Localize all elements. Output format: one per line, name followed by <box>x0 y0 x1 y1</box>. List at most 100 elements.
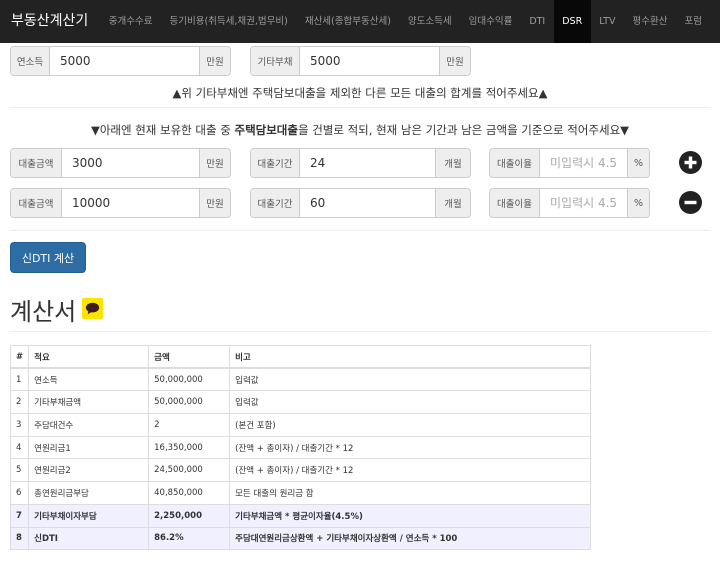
loan-amount-input[interactable] <box>62 189 199 217</box>
row-no: 3 <box>9 413 30 437</box>
nav-item-pyeong-converter[interactable]: 평수환산 <box>624 0 676 43</box>
row-note: 기타부채금액 * 평균이자율(4.5%) <box>229 503 591 528</box>
table-row: 5 연원리금2 24,500,000 (잔액 + 총이자) / 대출기간 * 1… <box>9 458 591 483</box>
table-row: 1 연소득 50,000,000 입력값 <box>9 367 591 392</box>
plus-circle-icon <box>684 156 697 169</box>
loan-rate-unit: % <box>627 149 649 177</box>
result-table: # 적요 금액 비고 1 연소득 50,000,000 입력값 2 기타부채금액… <box>9 345 591 551</box>
row-no: 6 <box>9 481 30 505</box>
loan-rate-label: 대출이율 <box>490 149 540 177</box>
row-amount: 2 <box>148 413 231 437</box>
row-note: 입력값 <box>229 367 591 392</box>
nav-item-rental-yield[interactable]: 임대수익률 <box>460 0 521 43</box>
add-loan-button[interactable] <box>679 151 702 174</box>
loan-rate-input[interactable] <box>540 189 627 217</box>
other-debt-input-group: 기타부채 만원 <box>250 46 471 76</box>
loan-amount-label: 대출금액 <box>11 149 62 177</box>
row-item: 기타부채금액 <box>28 390 150 415</box>
loan-rate-group: 대출이율 % <box>489 148 650 178</box>
row-amount: 16,350,000 <box>148 435 231 460</box>
nav-item-ltv[interactable]: LTV <box>591 0 624 43</box>
divider <box>10 230 710 231</box>
loan-amount-label: 대출금액 <box>11 189 62 217</box>
row-amount: 24,500,000 <box>148 458 231 483</box>
row-note: 주담대연원리금상환액 + 기타부채이자상환액 / 연소득 * 100 <box>229 526 591 551</box>
nav-item-dti[interactable]: DTI <box>521 0 554 43</box>
row-item: 주담대건수 <box>28 413 150 437</box>
income-label: 연소득 <box>11 47 50 75</box>
nav-item-property-tax[interactable]: 재산세(종합부동산세) <box>296 0 399 43</box>
calculate-dti-button[interactable]: 신DTI 계산 <box>10 242 86 273</box>
loan-amount-group: 대출금액 만원 <box>10 188 231 218</box>
row-amount: 86.2% <box>148 526 231 551</box>
table-row: 4 연원리금1 16,350,000 (잔액 + 총이자) / 대출기간 * 1… <box>9 435 591 460</box>
row-item: 기타부채이자부담 <box>28 503 150 528</box>
result-title: 계산서 <box>10 298 77 326</box>
header-item: 적요 <box>28 345 150 370</box>
nav-item-brokerage-fee[interactable]: 중개수수료 <box>100 0 161 43</box>
row-no: 8 <box>9 526 30 551</box>
row-item: 총연원리금부담 <box>28 481 150 505</box>
row-no: 5 <box>9 458 30 483</box>
loan-period-group: 대출기간 개월 <box>250 148 471 178</box>
loan-amount-unit: 만원 <box>199 189 230 217</box>
table-row: 2 기타부채금액 50,000,000 입력값 <box>9 390 591 415</box>
row-amount: 50,000,000 <box>148 367 231 392</box>
header-no: # <box>9 345 30 370</box>
loan-rate-unit: % <box>627 189 649 217</box>
row-amount: 2,250,000 <box>148 503 231 528</box>
nav-item-dsr[interactable]: DSR <box>553 0 591 43</box>
speech-bubble-icon <box>85 302 100 315</box>
row-note: 모든 대출의 원리금 합 <box>229 481 591 505</box>
loan-rate-label: 대출이율 <box>490 189 540 217</box>
top-navbar: 부동산계산기 중개수수료 등기비용(취득세,채권,법무비) 재산세(종합부동산세… <box>0 0 720 43</box>
nav-item-registration-cost[interactable]: 등기비용(취득세,채권,법무비) <box>161 0 296 43</box>
nav-item-capital-gains-tax[interactable]: 양도소득세 <box>399 0 460 43</box>
nav-item-forum[interactable]: 포럼 <box>676 0 710 43</box>
loan-amount-input[interactable] <box>62 149 199 177</box>
income-input-group: 연소득 만원 <box>10 46 231 76</box>
loan-amount-group: 대출금액 만원 <box>10 148 231 178</box>
loan-rate-input[interactable] <box>540 149 627 177</box>
row-amount: 50,000,000 <box>148 390 231 415</box>
loan-period-group: 대출기간 개월 <box>250 188 471 218</box>
row-item: 연원리금1 <box>28 435 150 460</box>
table-row: 3 주담대건수 2 (본건 포함) <box>9 413 591 437</box>
loan-amount-unit: 만원 <box>199 149 230 177</box>
kakaotalk-icon[interactable] <box>82 298 103 319</box>
row-item: 신DTI <box>28 526 150 551</box>
table-row-highlight: 8 신DTI 86.2% 주담대연원리금상환액 + 기타부채이자상환액 / 연소… <box>9 526 591 551</box>
row-note: (본건 포함) <box>229 413 591 437</box>
minus-circle-icon <box>684 200 697 205</box>
loan-period-unit: 개월 <box>435 189 470 217</box>
row-no: 7 <box>9 503 30 528</box>
loan-rate-group: 대출이율 % <box>489 188 650 218</box>
row-no: 2 <box>9 390 30 415</box>
remove-loan-button[interactable] <box>679 191 702 214</box>
other-debt-input[interactable] <box>300 47 439 75</box>
other-debt-label: 기타부채 <box>251 47 300 75</box>
header-amount: 금액 <box>148 345 231 370</box>
divider <box>10 331 710 332</box>
row-note: 입력값 <box>229 390 591 415</box>
loan-period-label: 대출기간 <box>251 189 300 217</box>
row-no: 1 <box>9 367 30 392</box>
row-note: (잔액 + 총이자) / 대출기간 * 12 <box>229 458 591 483</box>
other-debt-unit: 만원 <box>439 47 470 75</box>
brand-logo[interactable]: 부동산계산기 <box>0 0 100 43</box>
row-item: 연소득 <box>28 367 150 392</box>
divider <box>10 107 710 108</box>
header-note: 비고 <box>229 345 591 370</box>
table-row: 6 총연원리금부담 40,850,000 모든 대출의 원리금 합 <box>9 481 591 505</box>
mortgage-notice-text-end: 을 건별로 적되, 현재 남은 기간과 남은 금액을 기준으로 적어주세요▼ <box>297 123 630 137</box>
row-note: (잔액 + 총이자) / 대출기간 * 12 <box>229 435 591 460</box>
loan-period-input[interactable] <box>300 189 435 217</box>
income-input[interactable] <box>50 47 199 75</box>
mortgage-notice-emphasis: 주택담보대출 <box>234 123 298 137</box>
mortgage-notice-text: ▼아래엔 현재 보유한 대출 중 <box>90 123 235 137</box>
loan-period-input[interactable] <box>300 149 435 177</box>
row-no: 4 <box>9 435 30 460</box>
row-amount: 40,850,000 <box>148 481 231 505</box>
row-item: 연원리금2 <box>28 458 150 483</box>
table-row-highlight: 7 기타부채이자부담 2,250,000 기타부채금액 * 평균이자율(4.5%… <box>9 503 591 528</box>
